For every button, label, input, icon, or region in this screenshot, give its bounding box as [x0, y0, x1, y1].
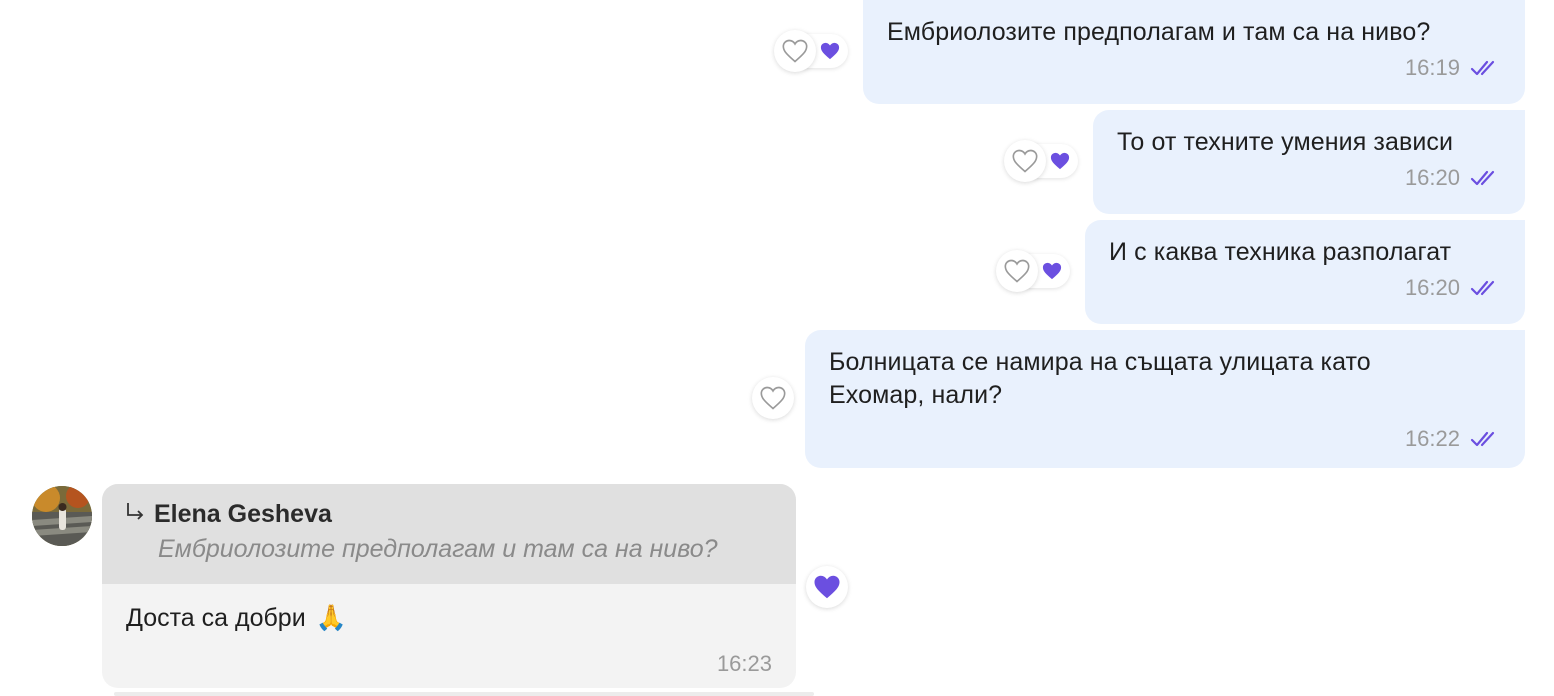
next-message-edge: [114, 692, 814, 696]
reaction-group: [996, 250, 1070, 292]
folded-hands-emoji: 🙏: [315, 604, 347, 632]
message-time: 16:20: [1404, 275, 1460, 300]
message-time: 16:19: [1404, 55, 1460, 80]
reaction-group: [752, 377, 794, 419]
reaction-group: [1004, 140, 1078, 182]
reaction-group: [806, 566, 848, 608]
message-meta: 16:23: [126, 651, 772, 677]
message-text: И с каква техника разполагат: [1109, 238, 1452, 266]
message-time: 16:23: [716, 651, 772, 676]
heart-outline-icon: [1004, 259, 1030, 283]
outgoing-message[interactable]: И с каква техника разполагат 16:20: [1085, 220, 1525, 324]
react-button[interactable]: [1004, 140, 1046, 182]
heart-outline-icon: [760, 386, 786, 410]
reply-text: Ембриолозите предполагам и там са на нив…: [158, 535, 718, 563]
purple-heart-icon: [814, 575, 840, 599]
heart-outline-icon: [1012, 149, 1038, 173]
message-text: Доста са добри 🙏: [126, 602, 772, 635]
message-meta: 16:20: [1109, 275, 1500, 301]
double-check-icon: [1470, 60, 1495, 76]
avatar[interactable]: [32, 486, 92, 546]
reply-author: Elena Gesheva: [154, 500, 332, 528]
reaction-group: [774, 30, 848, 72]
purple-heart-icon: [1042, 262, 1062, 280]
message-text: То от техните умения зависи: [1117, 128, 1454, 156]
heart-outline-icon: [782, 39, 808, 63]
double-check-icon: [1470, 431, 1495, 447]
reply-quote-header: Elena Gesheva: [124, 500, 774, 529]
message-time: 16:20: [1404, 165, 1460, 190]
double-check-icon: [1470, 280, 1495, 296]
message-text: Болницата се намира на същата улицата ка…: [829, 348, 1371, 409]
reply-quote[interactable]: Elena Gesheva Ембриолозите предполагам и…: [102, 484, 796, 584]
message-meta: 16:22: [829, 426, 1500, 452]
avatar-image: [32, 486, 92, 546]
outgoing-message[interactable]: То от техните умения зависи 16:20: [1093, 110, 1525, 214]
outgoing-message[interactable]: Болницата се намира на същата улицата ка…: [805, 330, 1525, 468]
message-text-content: Доста са добри: [126, 604, 306, 632]
purple-heart-icon: [1050, 152, 1070, 170]
incoming-message-body: Доста са добри 🙏 16:23: [102, 584, 796, 677]
react-button[interactable]: [752, 377, 794, 419]
message-time: 16:22: [1404, 426, 1460, 451]
message-text: Ембриолозите предполагам и там са на нив…: [887, 18, 1431, 46]
reply-arrow-icon: [127, 502, 144, 520]
double-check-icon: [1470, 170, 1495, 186]
react-button[interactable]: [774, 30, 816, 72]
react-button[interactable]: [996, 250, 1038, 292]
chat-thread: Ембриолозите предполагам и там са на нив…: [0, 0, 1554, 696]
reaction-badge[interactable]: [806, 566, 848, 608]
purple-heart-icon: [820, 42, 840, 60]
incoming-message[interactable]: Elena Gesheva Ембриолозите предполагам и…: [102, 484, 796, 688]
message-meta: 16:20: [1117, 165, 1500, 191]
outgoing-message[interactable]: Ембриолозите предполагам и там са на нив…: [863, 0, 1525, 104]
message-meta: 16:19: [887, 55, 1500, 81]
